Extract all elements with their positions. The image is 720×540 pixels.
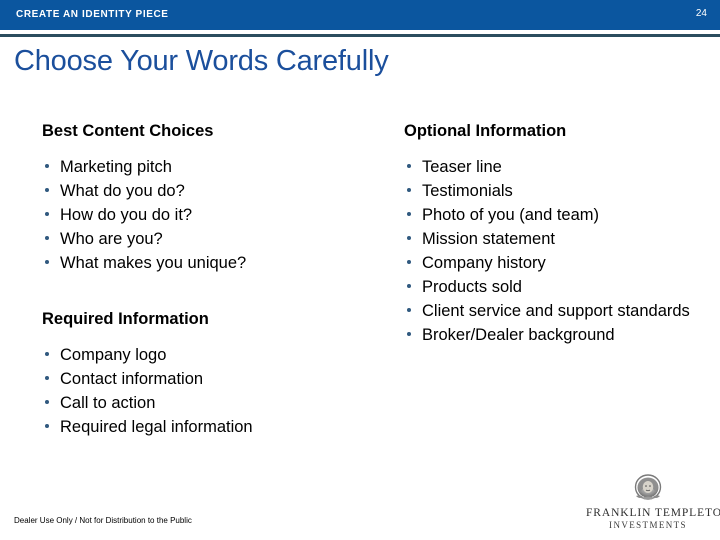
- list-item: Teaser line: [404, 155, 704, 179]
- list-item: Contact information: [42, 367, 382, 391]
- list-item-label: Company logo: [60, 346, 167, 364]
- right-column: Optional Information Teaser line Testimo…: [404, 122, 704, 347]
- page-title: Choose Your Words Carefully: [14, 45, 389, 77]
- bullet-list-best-content-choices: Marketing pitch What do you do? How do y…: [42, 155, 382, 275]
- bullet-dot-icon: [45, 424, 49, 428]
- list-item-label: How do you do it?: [60, 206, 193, 224]
- section-best-content-choices: Best Content Choices Marketing pitch Wha…: [42, 122, 382, 275]
- header-eyebrow-title: CREATE AN IDENTITY PIECE: [16, 9, 169, 20]
- franklin-templeton-logo: FRANKLIN TEMPLETON INVESTMENTS: [586, 474, 720, 532]
- bullet-dot-icon: [45, 164, 49, 168]
- logo-company-subtitle: INVESTMENTS: [609, 520, 687, 530]
- section-heading: Optional Information: [404, 122, 567, 140]
- list-item: How do you do it?: [42, 203, 382, 227]
- header-divider-rule: [0, 34, 720, 37]
- bullet-dot-icon: [407, 284, 411, 288]
- bullet-dot-icon: [45, 352, 49, 356]
- list-item-label: Products sold: [422, 278, 522, 296]
- section-heading: Best Content Choices: [42, 122, 214, 140]
- bullet-dot-icon: [407, 332, 411, 336]
- list-item-label: Testimonials: [422, 182, 513, 200]
- logo-company-name: FRANKLIN TEMPLETON: [586, 507, 720, 519]
- bullet-dot-icon: [407, 188, 411, 192]
- list-item-label: Who are you?: [60, 230, 163, 248]
- list-item: What do you do?: [42, 179, 382, 203]
- bullet-dot-icon: [45, 376, 49, 380]
- list-item-label: Broker/Dealer background: [422, 326, 615, 344]
- left-column: Best Content Choices Marketing pitch Wha…: [42, 122, 382, 439]
- section-heading: Required Information: [42, 310, 209, 328]
- list-item-label: What makes you unique?: [60, 254, 247, 272]
- list-item: Company history: [404, 251, 704, 275]
- bullet-dot-icon: [407, 308, 411, 312]
- list-item-label: Photo of you (and team): [422, 206, 600, 224]
- bullet-dot-icon: [45, 260, 49, 264]
- list-item: Company logo: [42, 343, 382, 367]
- bullet-dot-icon: [407, 260, 411, 264]
- list-item: Testimonials: [404, 179, 704, 203]
- list-item: Call to action: [42, 391, 382, 415]
- list-item-label: Contact information: [60, 370, 204, 388]
- list-item-label: Mission statement: [422, 230, 555, 248]
- list-item: Photo of you (and team): [404, 203, 704, 227]
- list-item: Products sold: [404, 275, 704, 299]
- page-number: 24: [695, 8, 707, 19]
- list-item: Client service and support standards: [404, 299, 704, 323]
- list-item: Mission statement: [404, 227, 704, 251]
- list-item-label: Required legal information: [60, 418, 253, 436]
- list-item-label: Company history: [422, 254, 546, 272]
- bullet-dot-icon: [45, 400, 49, 404]
- list-item-label: Teaser line: [422, 158, 502, 176]
- section-optional-information: Optional Information Teaser line Testimo…: [404, 122, 704, 347]
- list-item-label: What do you do?: [60, 182, 185, 200]
- section-required-information: Required Information Company logo Contac…: [42, 310, 382, 439]
- list-item: What makes you unique?: [42, 251, 382, 275]
- bullet-dot-icon: [407, 212, 411, 216]
- footer-disclaimer: Dealer Use Only / Not for Distribution t…: [14, 516, 192, 525]
- benjamin-franklin-portrait-icon: [634, 474, 662, 500]
- list-item: Marketing pitch: [42, 155, 382, 179]
- list-item: Broker/Dealer background: [404, 323, 704, 347]
- bullet-dot-icon: [407, 164, 411, 168]
- list-item-label: Call to action: [60, 394, 156, 412]
- list-item-label: Client service and support standards: [422, 302, 690, 320]
- list-item: Required legal information: [42, 415, 382, 439]
- bullet-dot-icon: [407, 236, 411, 240]
- list-item: Who are you?: [42, 227, 382, 251]
- bullet-list-required-information: Company logo Contact information Call to…: [42, 343, 382, 439]
- list-item-label: Marketing pitch: [60, 158, 172, 176]
- bullet-list-optional-information: Teaser line Testimonials Photo of you (a…: [404, 155, 704, 347]
- bullet-dot-icon: [45, 212, 49, 216]
- bullet-dot-icon: [45, 188, 49, 192]
- bullet-dot-icon: [45, 236, 49, 240]
